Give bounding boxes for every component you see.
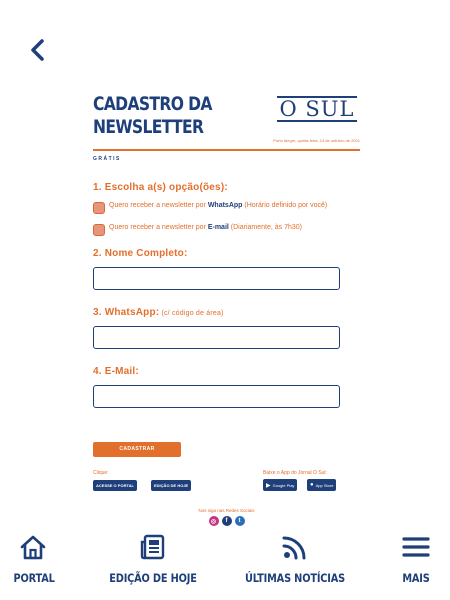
portal-link-button[interactable]: ACESSE O PORTAL [93,480,137,491]
clique-label: Clique: [93,470,109,476]
tab-mais[interactable]: MAIS [396,532,436,585]
step3-title: 3. WhatsApp: (c/ código de área) [93,307,224,318]
option-email-label: Quero receber a newsletter por E-mail (D… [109,224,302,231]
twitter-icon[interactable]: t [234,516,245,526]
o-sul-logo: O SUL [277,96,357,122]
email-field[interactable] [93,385,340,408]
social-title: Nos siga nas Redes Sociais [198,508,255,513]
tab-edicao-label: EDIÇÃO DE HOJE [109,571,197,585]
play-icon: ▶ [266,482,271,489]
bottom-tab-bar: PORTAL EDIÇÃO DE HOJE ÚLTIMAS NOTÍCIAS M… [0,532,450,600]
step4-title: 4. E-Mail: [93,366,139,377]
page-title: CADASTRO DA NEWSLETTER [93,93,212,138]
back-button[interactable] [24,36,52,64]
email-input[interactable] [94,386,339,407]
submit-button[interactable]: CADASTRAR [93,442,181,457]
option-whatsapp-label: Quero receber a newsletter por WhatsApp … [109,202,328,209]
instagram-icon[interactable]: ◎ [208,516,219,526]
rss-feed-icon [282,536,306,560]
free-label: GRÁTIS [93,156,121,162]
tab-portal[interactable]: PORTAL [10,532,56,585]
whatsapp-checkbox[interactable] [93,202,105,214]
email-checkbox[interactable] [93,224,105,236]
app-store-button[interactable]: ● App Store [307,479,337,491]
links-row: Clique: ACESSE O PORTAL EDIÇÃO DE HOJE B… [93,470,360,500]
full-name-input[interactable] [94,268,339,289]
newsletter-signup-form: CADASTRO DA NEWSLETTER O SUL Porto Alegr… [93,93,360,526]
tab-portal-label: PORTAL [13,571,55,585]
option-whatsapp[interactable]: Quero receber a newsletter por WhatsApp … [93,201,360,214]
step1-title: 1. Escolha a(s) opção(ões): [93,182,228,193]
home-icon [20,535,46,560]
menu-icon [402,537,430,557]
chevron-left-icon [31,39,44,61]
header-divider [93,149,360,151]
newspaper-icon [140,534,165,560]
google-play-button[interactable]: ▶ Google Play [263,479,298,491]
form-header: CADASTRO DA NEWSLETTER O SUL Porto Alegr… [93,93,360,149]
social-icons: ◎ f t [93,516,360,526]
tab-ultimas-noticias[interactable]: ÚLTIMAS NOTÍCIAS [232,532,358,585]
facebook-icon[interactable]: f [221,516,232,526]
step2-title: 2. Nome Completo: [93,248,188,259]
download-app-label: Baixe o App do Jornal O Sul: [263,470,327,476]
tab-edicao-de-hoje[interactable]: EDIÇÃO DE HOJE [98,532,208,585]
apple-icon: ● [310,482,314,488]
option-email[interactable]: Quero receber a newsletter por E-mail (D… [93,223,360,236]
tab-ultimas-label: ÚLTIMAS NOTÍCIAS [244,571,346,585]
whatsapp-field[interactable] [93,326,340,349]
edicao-link-button[interactable]: EDIÇÃO DE HOJE [151,480,192,491]
full-name-field[interactable] [93,267,340,290]
whatsapp-input[interactable] [94,327,339,348]
tab-mais-label: MAIS [402,571,430,585]
date-line: Porto Alegre, quinta-feira, 14 de outubr… [273,138,360,143]
